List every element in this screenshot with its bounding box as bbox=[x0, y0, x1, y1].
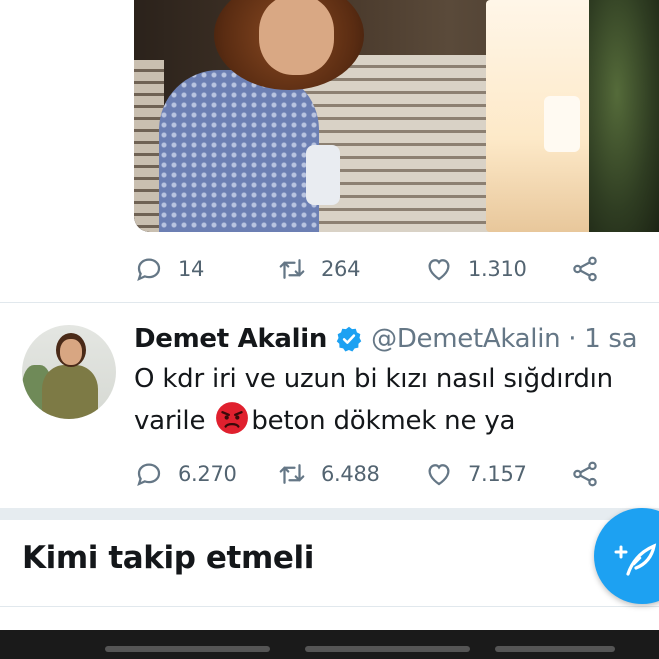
retweet-button[interactable]: 264 bbox=[277, 254, 360, 284]
like-button[interactable]: 7.157 bbox=[424, 459, 527, 489]
author-handle-time[interactable]: @DemetAkalin · 1 sa bbox=[371, 324, 637, 354]
avatar[interactable] bbox=[22, 325, 116, 419]
reply-button[interactable]: 14 bbox=[134, 254, 204, 284]
tweet-divider bbox=[0, 302, 659, 303]
nav-gesture-right[interactable] bbox=[495, 646, 615, 652]
retweet-icon bbox=[279, 464, 305, 484]
reply-icon bbox=[137, 258, 161, 282]
tweet-text-line-1: O kdr iri ve uzun bi kızı nasıl sığdırdı… bbox=[134, 364, 613, 394]
section-divider bbox=[0, 606, 659, 607]
photo-lamp-fixture bbox=[544, 96, 580, 152]
heart-icon bbox=[428, 464, 450, 486]
who-to-follow-title: Kimi takip etmeli bbox=[22, 540, 314, 576]
tweet-text-after-emoji: beton dökmek ne ya bbox=[251, 406, 516, 436]
reply-button[interactable]: 6.270 bbox=[134, 459, 237, 489]
tweet-text-before-emoji: varile bbox=[134, 406, 214, 436]
photo-lamp bbox=[486, 0, 598, 232]
angry-face-emoji-icon bbox=[216, 402, 249, 434]
like-count: 1.310 bbox=[468, 257, 527, 281]
like-button[interactable]: 1.310 bbox=[424, 254, 527, 284]
photo-plant bbox=[589, 0, 659, 232]
nav-gesture-left[interactable] bbox=[105, 646, 270, 652]
reply-count: 6.270 bbox=[178, 462, 237, 486]
retweet-button[interactable]: 6.488 bbox=[277, 459, 380, 489]
avatar-dress bbox=[42, 365, 98, 419]
reply-count: 14 bbox=[178, 257, 205, 281]
author-name[interactable]: Demet Akalin bbox=[134, 324, 327, 354]
photo-person-face bbox=[259, 0, 334, 75]
share-icon bbox=[573, 461, 597, 487]
reply-icon bbox=[137, 463, 161, 487]
avatar-face bbox=[60, 339, 82, 365]
tweet2-header: Demet Akalin @DemetAkalin · 1 sa bbox=[134, 322, 638, 356]
retweet-count: 264 bbox=[321, 257, 361, 281]
heart-icon bbox=[428, 259, 450, 281]
like-count: 7.157 bbox=[468, 462, 527, 486]
share-icon bbox=[573, 256, 597, 282]
tweet-text-line-2: varile beton dökmek ne ya bbox=[134, 400, 649, 442]
nav-gesture-center[interactable] bbox=[305, 646, 470, 652]
share-button[interactable] bbox=[570, 459, 600, 489]
tweet2-action-bar: 6.270 6.488 7.157 bbox=[134, 459, 614, 489]
photo-face-mask bbox=[306, 145, 340, 205]
system-navigation-bar bbox=[0, 630, 659, 659]
retweet-icon bbox=[279, 259, 305, 279]
photo-person-dress bbox=[159, 70, 319, 232]
section-separator bbox=[0, 508, 659, 520]
tweet-text: O kdr iri ve uzun bi kızı nasıl sığdırdı… bbox=[134, 358, 649, 442]
compose-tweet-button[interactable] bbox=[594, 508, 659, 604]
share-button[interactable] bbox=[570, 254, 600, 284]
retweet-count: 6.488 bbox=[321, 462, 380, 486]
tweet-media-image[interactable] bbox=[134, 0, 659, 232]
verified-badge-icon bbox=[336, 326, 362, 352]
compose-feather-icon bbox=[614, 543, 657, 576]
tweet1-action-bar: 14 264 1.310 bbox=[134, 254, 614, 284]
